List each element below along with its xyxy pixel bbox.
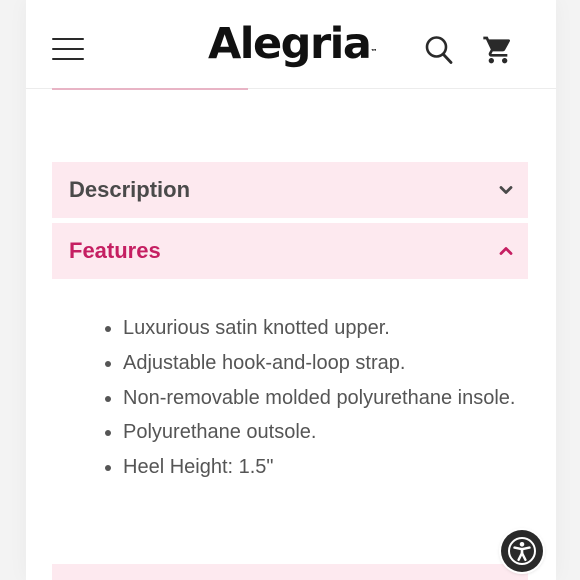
accordion-title: Features bbox=[69, 238, 161, 263]
search-icon[interactable] bbox=[424, 34, 454, 66]
shopping-cart-icon[interactable] bbox=[482, 34, 514, 66]
hamburger-menu-icon[interactable] bbox=[52, 37, 84, 61]
accordion-description[interactable]: Description bbox=[52, 162, 528, 218]
menu-line bbox=[52, 58, 84, 60]
accessibility-icon[interactable] bbox=[501, 530, 543, 572]
list-item: Non-removable molded polyurethane insole… bbox=[123, 381, 543, 416]
chevron-down-icon bbox=[499, 186, 513, 194]
accordion-title: Description bbox=[69, 177, 191, 202]
next-accordion-edge[interactable] bbox=[52, 564, 528, 580]
trademark: ™ bbox=[370, 48, 378, 56]
list-item: Adjustable hook-and-loop strap. bbox=[123, 346, 543, 381]
list-item: Heel Height: 1.5" bbox=[123, 450, 543, 485]
chevron-up-icon bbox=[499, 247, 513, 255]
page-frame: Alegria™ Description Features Luxurious … bbox=[26, 0, 556, 580]
features-list: Luxurious satin knotted upper. Adjustabl… bbox=[96, 311, 543, 485]
list-item: Polyurethane outsole. bbox=[123, 415, 543, 450]
brand-logo[interactable]: Alegria™ bbox=[208, 18, 378, 70]
accordion-features[interactable]: Features bbox=[52, 223, 528, 279]
list-item: Luxurious satin knotted upper. bbox=[123, 311, 543, 346]
brand-name: Alegria bbox=[208, 19, 372, 69]
menu-line bbox=[52, 48, 84, 50]
site-header: Alegria™ bbox=[26, 0, 556, 89]
active-tab-indicator bbox=[52, 88, 248, 90]
menu-line bbox=[52, 38, 84, 40]
